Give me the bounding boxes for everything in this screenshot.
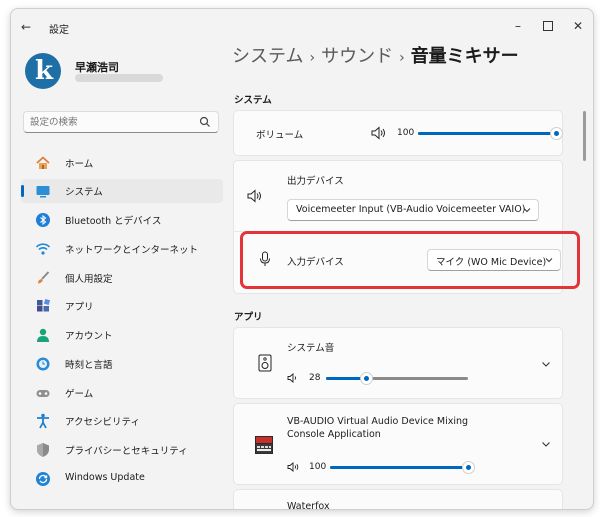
page-title: 音量ミキサー (410, 46, 519, 67)
nav-item-windows-update[interactable]: Windows Update (21, 467, 223, 491)
nav-item-system[interactable]: システム (21, 179, 223, 203)
speaker-icon (247, 189, 261, 203)
section-label-system: システム (234, 95, 272, 106)
app-volume-value: 28 (309, 373, 321, 383)
user-email-redacted (75, 74, 163, 82)
nav-item-network[interactable]: ネットワークとインターネット (21, 237, 223, 261)
speaker-icon[interactable] (287, 373, 298, 383)
gamepad-icon (36, 390, 50, 397)
nav-label: ゲーム (65, 389, 94, 400)
slider-fill (418, 132, 556, 135)
close-button[interactable]: ✕ (563, 15, 593, 37)
output-device-label: 出力デバイス (287, 176, 344, 187)
maximize-button[interactable] (533, 15, 563, 37)
accessibility-icon (37, 413, 49, 429)
search-input[interactable] (30, 114, 194, 130)
app-name-partial: Waterfox (287, 501, 330, 509)
highlight-annotation (240, 231, 580, 289)
volume-value: 100 (397, 128, 415, 138)
slider-thumb[interactable] (462, 461, 475, 474)
nav-label: システム (65, 187, 103, 198)
app-name-line1: VB-AUDIO Virtual Audio Device Mixing (287, 416, 469, 427)
nav-label: 時刻と言語 (65, 360, 113, 371)
app-volume-value: 100 (309, 462, 327, 472)
scrollbar[interactable] (583, 111, 586, 161)
breadcrumb-separator: › (309, 50, 316, 66)
slider-thumb[interactable] (550, 127, 563, 140)
nav-label: ネットワークとインターネット (65, 245, 199, 256)
nav-item-privacy[interactable]: プライバシーとセキュリティ (21, 438, 223, 462)
nav-label: Bluetooth とデバイス (65, 216, 162, 227)
slider-fill (330, 466, 468, 469)
selection-indicator (21, 185, 24, 197)
app-name: システム音 (287, 343, 335, 354)
network-icon (35, 243, 51, 255)
app-name-line2: Console Application (287, 429, 381, 440)
settings-search-box[interactable] (23, 111, 219, 133)
voicemeeter-icon (255, 436, 273, 454)
nav-label: Windows Update (65, 472, 145, 483)
account-icon (37, 328, 49, 342)
avatar[interactable]: k (25, 53, 61, 89)
nav-label: アクセシビリティ (65, 417, 140, 428)
nav-label: プライバシーとセキュリティ (65, 446, 188, 457)
time-language-icon (36, 357, 50, 371)
nav-item-accessibility[interactable]: アクセシビリティ (21, 409, 223, 433)
apps-icon (37, 298, 51, 312)
chevron-down-icon[interactable] (540, 358, 552, 370)
breadcrumb: システム › サウンド › 音量ミキサー (232, 42, 519, 68)
bluetooth-icon (36, 213, 50, 227)
nav-item-home[interactable]: ホーム (21, 151, 223, 175)
breadcrumb-sound[interactable]: サウンド (321, 46, 393, 67)
slider-thumb[interactable] (359, 372, 373, 385)
volume-label: ボリューム (256, 130, 304, 141)
nav-item-apps[interactable]: アプリ (21, 294, 223, 318)
back-arrow-icon[interactable]: ← (21, 20, 31, 34)
app-volume-slider[interactable] (330, 461, 475, 474)
chevron-down-icon (523, 208, 531, 213)
volume-card: ボリューム 100 (233, 110, 563, 156)
nav-item-time-language[interactable]: 時刻と言語 (21, 352, 223, 376)
nav-label: ホーム (65, 159, 94, 170)
minimize-button[interactable]: – (503, 15, 533, 37)
nav-item-gaming[interactable]: ゲーム (21, 381, 223, 405)
update-icon (36, 472, 50, 486)
window-title: 設定 (49, 25, 69, 36)
section-label-apps: アプリ (234, 312, 263, 323)
brush-icon (38, 271, 50, 284)
nav-label: 個人用設定 (65, 274, 113, 285)
home-icon (36, 156, 50, 169)
nav-label: アカウント (65, 331, 113, 342)
output-device-dropdown[interactable]: Voicemeeter Input (VB-Audio Voicemeeter … (287, 199, 539, 221)
maximize-icon (543, 21, 553, 31)
shield-icon (37, 443, 49, 457)
breadcrumb-system[interactable]: システム (232, 46, 303, 67)
speaker-device-icon (258, 354, 272, 372)
app-card-system-sounds: システム音 28 (233, 327, 563, 399)
chevron-down-icon[interactable] (540, 438, 552, 450)
speaker-icon[interactable] (371, 126, 387, 140)
nav-item-accounts[interactable]: アカウント (21, 323, 223, 347)
title-bar: ← 設定 – ✕ (11, 9, 593, 43)
user-name: 早瀬浩司 (75, 61, 119, 74)
speaker-icon[interactable] (287, 462, 300, 472)
nav-label: アプリ (65, 302, 94, 313)
search-icon (199, 116, 210, 127)
breadcrumb-separator: › (399, 50, 405, 66)
system-icon (36, 186, 50, 198)
volume-slider[interactable] (418, 127, 563, 140)
app-card-waterfox: Waterfox (233, 489, 563, 509)
output-device-value: Voicemeeter Input (VB-Audio Voicemeeter … (296, 204, 526, 215)
app-volume-slider[interactable] (326, 372, 468, 385)
nav-item-bluetooth[interactable]: Bluetooth とデバイス (21, 208, 223, 232)
nav-item-personalization[interactable]: 個人用設定 (21, 266, 223, 290)
app-card-vb-audio: VB-AUDIO Virtual Audio Device Mixing Con… (233, 403, 563, 485)
avatar-letter: k (35, 56, 54, 86)
